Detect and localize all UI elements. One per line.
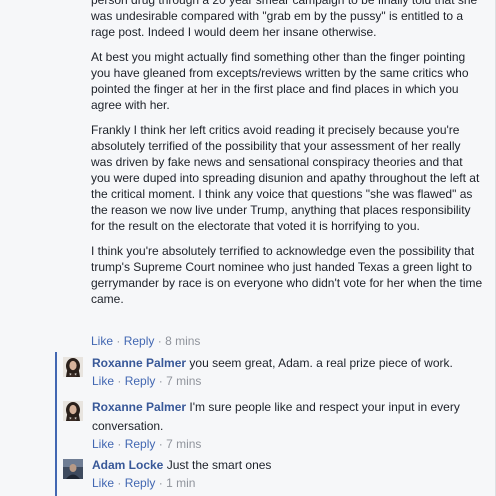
- comment-paragraph: person drug through a 20 year smear camp…: [91, 0, 478, 39]
- like-link[interactable]: Like: [92, 476, 114, 490]
- separator: ·: [157, 334, 162, 348]
- comment-paragraph: Frankly I think her left critics avoid r…: [91, 123, 480, 233]
- main-comment-actions: Like · Reply · 8 mins: [91, 333, 200, 349]
- reply-body: Roxanne Palmer I'm sure people like and …: [92, 398, 488, 452]
- reply-body: Adam Locke Just the smart ones Like · Re…: [92, 456, 488, 491]
- reply-thread-line: [55, 352, 57, 496]
- timestamp[interactable]: 7 mins: [166, 437, 201, 451]
- timestamp[interactable]: 1 min: [166, 476, 195, 490]
- reply-actions: Like · Reply · 1 min: [92, 475, 488, 491]
- separator: ·: [158, 476, 163, 490]
- reply-actions: Like · Reply · 7 mins: [92, 373, 488, 389]
- timestamp[interactable]: 8 mins: [165, 334, 200, 348]
- author-name[interactable]: Roxanne Palmer: [92, 356, 186, 370]
- reply-link[interactable]: Reply: [125, 476, 156, 490]
- reply-text: you seem great, Adam. a real prize piece…: [189, 356, 453, 370]
- separator: ·: [117, 374, 122, 388]
- roxanne-avatar[interactable]: [63, 401, 83, 421]
- adam-avatar[interactable]: [63, 459, 83, 479]
- separator: ·: [116, 334, 121, 348]
- reply-text-line: Roxanne Palmer you seem great, Adam. a r…: [92, 354, 488, 373]
- reply-body: Roxanne Palmer you seem great, Adam. a r…: [92, 354, 488, 389]
- author-name[interactable]: Adam Locke: [92, 458, 163, 472]
- reply-link[interactable]: Reply: [125, 437, 156, 451]
- reply-link[interactable]: Reply: [124, 334, 155, 348]
- separator: ·: [158, 437, 163, 451]
- reply-link[interactable]: Reply: [125, 374, 156, 388]
- reply-text: Just the smart ones: [166, 458, 272, 472]
- main-comment-body: person drug through a 20 year smear camp…: [91, 0, 485, 316]
- comment-paragraph: I think you're absolutely terrified to a…: [91, 244, 483, 306]
- separator: ·: [117, 476, 122, 490]
- like-link[interactable]: Like: [91, 334, 113, 348]
- reply-text-line: Adam Locke Just the smart ones: [92, 456, 488, 475]
- roxanne-avatar[interactable]: [63, 357, 83, 377]
- timestamp[interactable]: 7 mins: [166, 374, 201, 388]
- author-name[interactable]: Roxanne Palmer: [92, 400, 186, 414]
- comment-paragraph: At best you might actually find somethin…: [91, 50, 469, 112]
- reply-actions: Like · Reply · 7 mins: [92, 436, 488, 452]
- like-link[interactable]: Like: [92, 374, 114, 388]
- separator: ·: [158, 374, 163, 388]
- reply-text-line: Roxanne Palmer I'm sure people like and …: [92, 398, 488, 436]
- comment-thread: person drug through a 20 year smear camp…: [0, 0, 496, 496]
- like-link[interactable]: Like: [92, 437, 114, 451]
- separator: ·: [117, 437, 122, 451]
